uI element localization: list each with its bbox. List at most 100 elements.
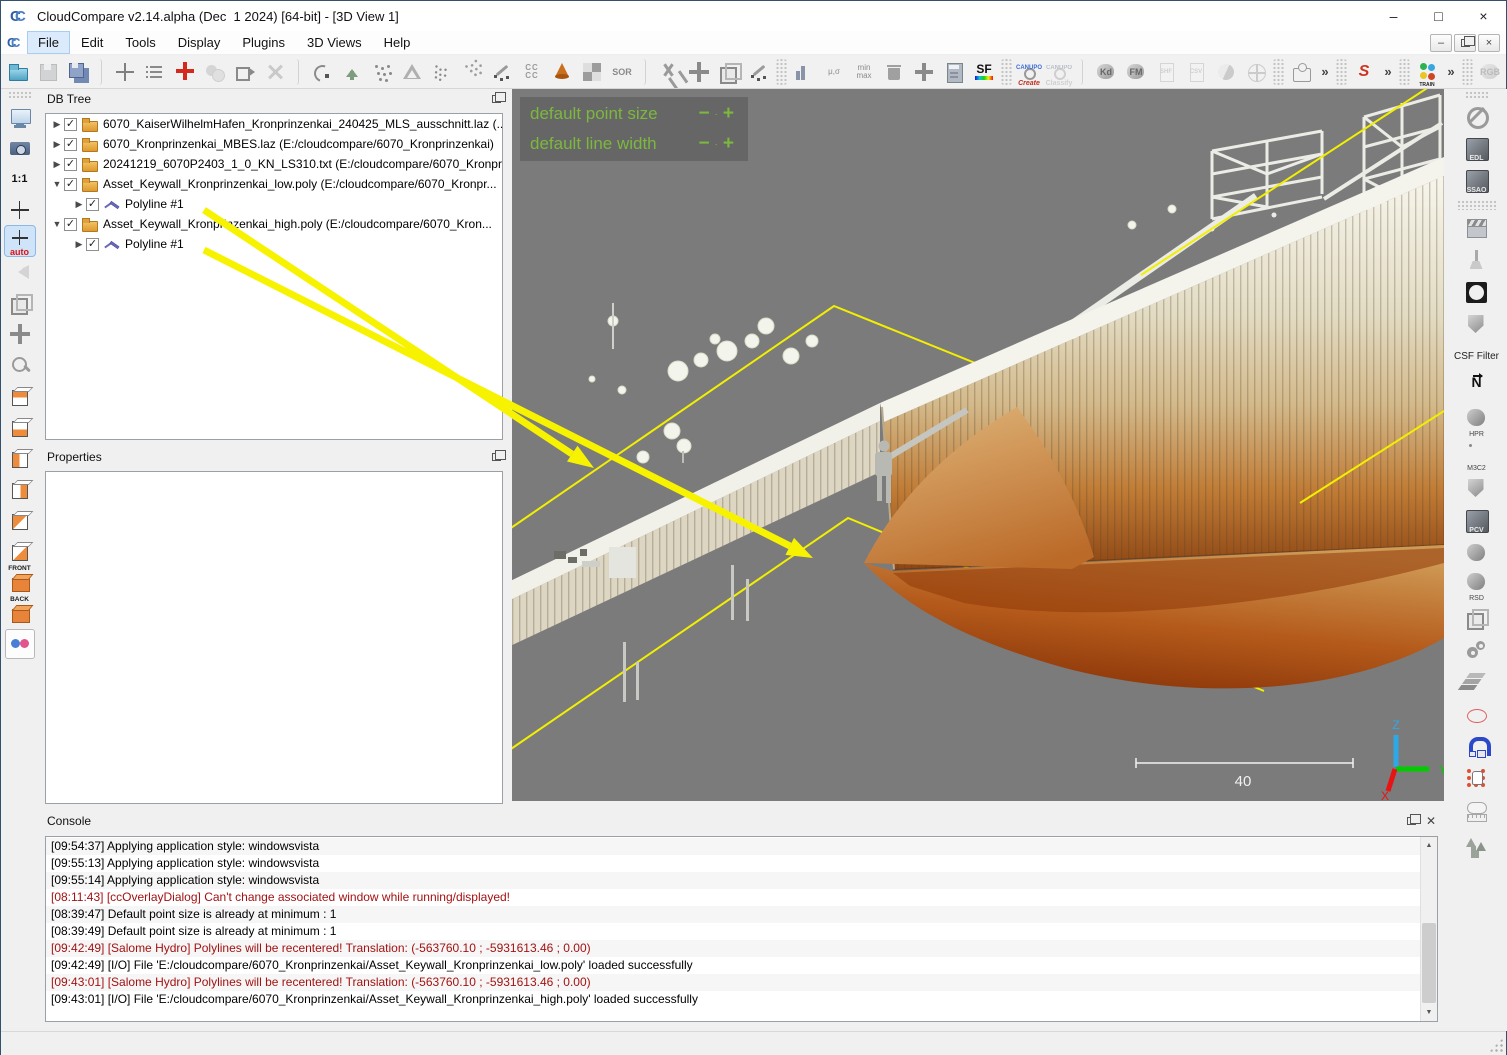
- toolbar-icon-canupo-create[interactable]: CANUPO Create: [1014, 57, 1044, 87]
- plugin-tool-rsd[interactable]: RSD: [1455, 570, 1499, 602]
- toolbar-icon-more-4[interactable]: »: [1505, 57, 1506, 87]
- mdi-minimize-button[interactable]: –: [1430, 34, 1452, 52]
- visibility-checkbox[interactable]: ✓: [64, 158, 77, 171]
- toolbar-icon-sf-add[interactable]: [909, 57, 939, 87]
- toolbar-icon-cloud-cloud-distance[interactable]: CC CC: [517, 57, 547, 87]
- scroll-up-icon[interactable]: ▲: [1421, 837, 1437, 854]
- toolbar-icon-clone[interactable]: [200, 57, 230, 87]
- plugin-tool-cloud-measure[interactable]: [1455, 796, 1499, 826]
- view-tool-view-right[interactable]: [5, 536, 35, 566]
- expander-icon[interactable]: ▶: [72, 199, 86, 210]
- viewport-3d[interactable]: default point size − · + default line wi…: [512, 89, 1444, 801]
- plugin-tool-broom-clean[interactable]: [1455, 246, 1499, 276]
- close-panel-icon[interactable]: ✕: [1426, 816, 1436, 826]
- plugin-tool-facets[interactable]: [1455, 538, 1499, 568]
- toolbar-icon-mesh-triangulate[interactable]: [397, 57, 427, 87]
- tree-row-laz-mbes[interactable]: ▶ ✓ 6070_Kronprinzenkai_MBES.laz (E:/clo…: [46, 134, 502, 154]
- visibility-checkbox[interactable]: ✓: [64, 118, 77, 131]
- float-panel-icon[interactable]: [492, 453, 501, 461]
- view-tool-view-front[interactable]: [5, 443, 35, 473]
- plugin-tool-ellipser[interactable]: [1455, 700, 1499, 730]
- toolbar-icon-salome-hydro[interactable]: S: [1349, 57, 1379, 87]
- toolbar-icon-train-3d[interactable]: TRAIN: [1412, 57, 1442, 87]
- menu-edit[interactable]: Edit: [70, 31, 114, 54]
- toolbar-icon-sf-delete[interactable]: [879, 57, 909, 87]
- view-tool-pick-rotation-center[interactable]: [5, 195, 35, 225]
- menu-tools[interactable]: Tools: [114, 31, 166, 54]
- toolbar-icon-pick-tool[interactable]: [744, 57, 774, 87]
- decrease-button[interactable]: −: [694, 106, 713, 122]
- decrease-button[interactable]: −: [694, 136, 713, 152]
- increase-button[interactable]: +: [719, 136, 738, 152]
- maximize-button[interactable]: □: [1416, 1, 1461, 31]
- toolbar-icon-noise-filter[interactable]: [427, 57, 457, 87]
- visibility-checkbox[interactable]: ✓: [64, 138, 77, 151]
- expander-icon[interactable]: ▶: [50, 119, 64, 130]
- toolbar-icon-fm[interactable]: FM: [1121, 57, 1151, 87]
- plugin-tool-sra-magnet[interactable]: [1455, 732, 1499, 762]
- expander-icon[interactable]: ▼: [50, 179, 64, 189]
- toolbar-icon-sor-filter[interactable]: SOR: [607, 57, 637, 87]
- expander-icon[interactable]: ▶: [50, 159, 64, 170]
- toolbar-icon-scatter-filter[interactable]: [457, 57, 487, 87]
- toolbar-icon-apply-transformation[interactable]: [230, 57, 260, 87]
- plugin-tool-ransac-shapes[interactable]: [1455, 604, 1499, 634]
- toolbar-icon-plugins-puzzle[interactable]: [1286, 57, 1316, 87]
- toolbar-icon-more-1[interactable]: »: [1316, 57, 1334, 87]
- view-tool-auto-pick-center[interactable]: auto: [5, 226, 35, 256]
- toolbar-icon-more-2[interactable]: »: [1379, 57, 1397, 87]
- expander-icon[interactable]: ▼: [50, 219, 64, 229]
- plugin-tool-cloud-layers[interactable]: [1455, 668, 1499, 698]
- toolbar-icon-sf-arithmetic[interactable]: [939, 57, 969, 87]
- tree-row-txt-ls310[interactable]: ▶ ✓ 20241219_6070P2403_1_0_KN_LS310.txt …: [46, 154, 502, 174]
- plugin-tool-edl-shader[interactable]: EDL: [1455, 134, 1499, 164]
- view-tool-perspective-cube[interactable]: [5, 288, 35, 318]
- toolbar-icon-sf-minmax[interactable]: min max: [849, 57, 879, 87]
- toolbar-icon-compute-normals[interactable]: [337, 57, 367, 87]
- toolbar-icon-save[interactable]: [33, 57, 63, 87]
- float-panel-icon[interactable]: [492, 95, 501, 103]
- view-tool-view-bottom[interactable]: [5, 412, 35, 442]
- resize-grip[interactable]: [1489, 1038, 1503, 1052]
- plugin-tool-ssao-shader[interactable]: SSAO: [1455, 166, 1499, 196]
- visibility-checkbox[interactable]: ✓: [86, 238, 99, 251]
- visibility-checkbox[interactable]: ✓: [64, 218, 77, 231]
- tree-row-laz-mls[interactable]: ▶ ✓ 6070_KaiserWilhelmHafen_Kronprinzenk…: [46, 114, 502, 134]
- plugin-tool-hpr[interactable]: HPR: [1455, 406, 1499, 438]
- view-tool-iso-back[interactable]: BACK: [5, 598, 35, 628]
- plugin-tool-compass[interactable]: [1455, 278, 1499, 308]
- toolbar-icon-histogram[interactable]: [789, 57, 819, 87]
- scroll-down-icon[interactable]: ▼: [1421, 1004, 1437, 1021]
- view-tool-fullscreen-3d[interactable]: [5, 102, 35, 132]
- toolbar-icon-segment-scissors[interactable]: [654, 57, 684, 87]
- toolbar-icon-global-shift[interactable]: [110, 57, 140, 87]
- view-tool-view-left[interactable]: [5, 505, 35, 535]
- visibility-checkbox[interactable]: ✓: [64, 178, 77, 191]
- console-scrollbar[interactable]: ▲ ▼: [1420, 837, 1437, 1021]
- toolbar-icon-shf-file[interactable]: SHF: [1151, 57, 1181, 87]
- view-tool-pan-mode[interactable]: [5, 319, 35, 349]
- toolbar-icon-save-all[interactable]: [63, 57, 93, 87]
- toolbar-icon-sphere-half[interactable]: [1211, 57, 1241, 87]
- toolbar-icon-point-list-picking[interactable]: [170, 57, 200, 87]
- menu-3d-views[interactable]: 3D Views: [296, 31, 373, 54]
- toolbar-icon-sample-points[interactable]: [487, 57, 517, 87]
- toolbar-icon-subsample[interactable]: [367, 57, 397, 87]
- view-tool-zoom-magnifier[interactable]: [5, 350, 35, 380]
- toolbar-drag-handle[interactable]: [8, 91, 32, 99]
- view-tool-view-back[interactable]: [5, 474, 35, 504]
- view-tool-rotate-view[interactable]: [5, 257, 35, 287]
- mdi-close-button[interactable]: ×: [1478, 34, 1500, 52]
- plugin-tool-auto-seg-gears[interactable]: [1455, 636, 1499, 666]
- toolbar-icon-translate-rotate[interactable]: [684, 57, 714, 87]
- increase-button[interactable]: +: [719, 106, 738, 122]
- tree-row-polyline-1a[interactable]: ▶ ✓ Polyline #1: [46, 194, 502, 214]
- tree-row-poly-low[interactable]: ▼ ✓ Asset_Keywall_Kronprinzenkai_low.pol…: [46, 174, 502, 194]
- plugin-tool-treeiso[interactable]: [1455, 828, 1499, 858]
- float-panel-icon[interactable]: [1407, 817, 1416, 825]
- toolbar-icon-clipping-box[interactable]: [714, 57, 744, 87]
- view-tool-iso-front[interactable]: FRONT: [5, 567, 35, 597]
- menu-display[interactable]: Display: [167, 31, 232, 54]
- toolbar-icon-texture-checker[interactable]: [577, 57, 607, 87]
- scrollbar-thumb[interactable]: [1422, 923, 1436, 1003]
